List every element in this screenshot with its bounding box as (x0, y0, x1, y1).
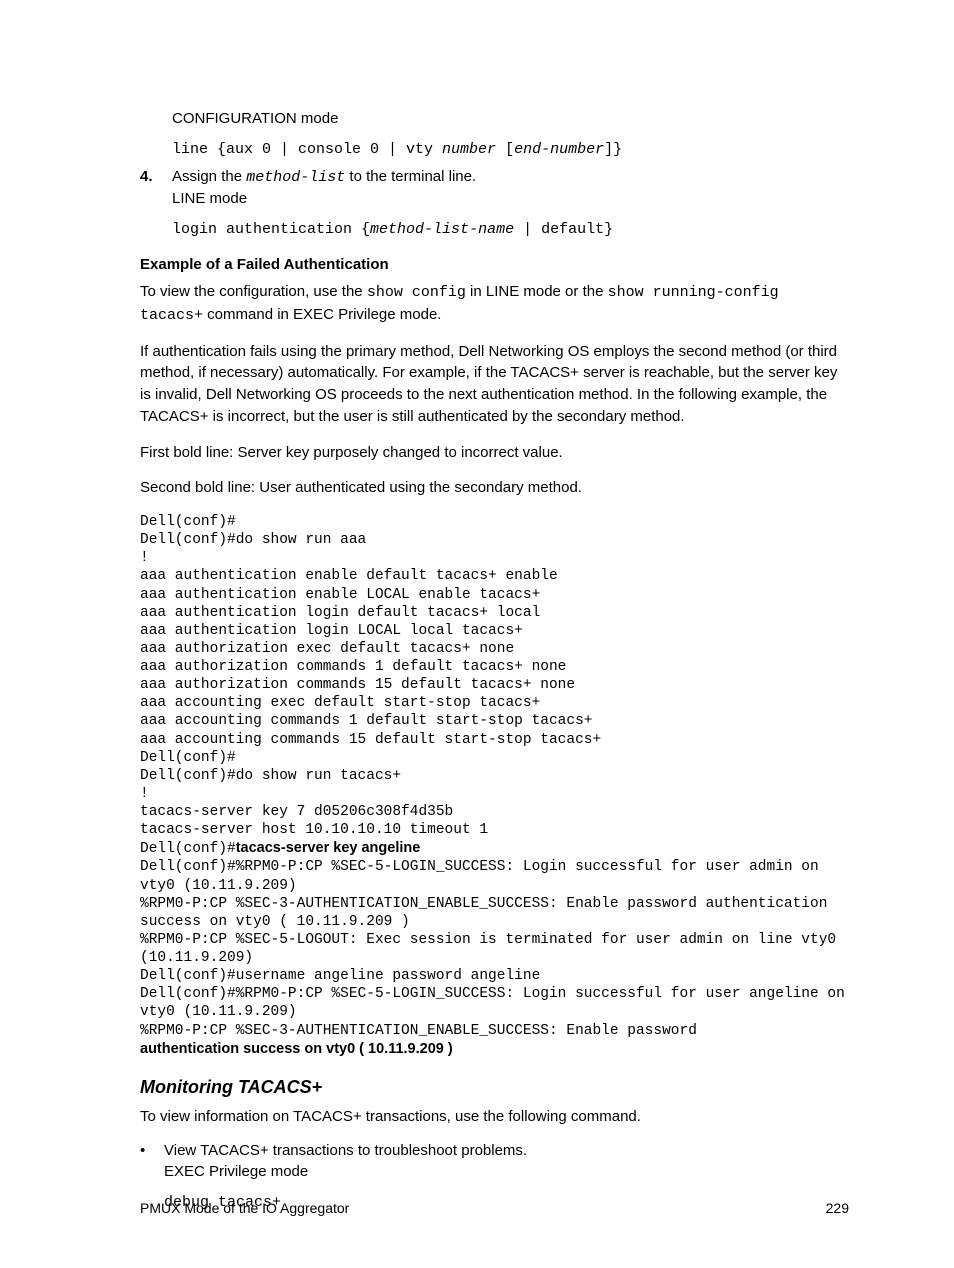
bold-code: authentication success on vty0 ( 10.11.9… (140, 1041, 453, 1057)
code-text: | default} (514, 221, 613, 238)
code-text: ]} (604, 141, 622, 158)
paragraph: Second bold line: User authenticated usi… (140, 477, 849, 499)
bullet-marker: • (140, 1142, 164, 1159)
text-run: command in EXEC Privilege mode. (203, 306, 441, 323)
code-text: Dell(conf)# Dell(conf)#do show run aaa !… (140, 514, 601, 857)
example-heading: Example of a Failed Authentication (140, 256, 849, 273)
bold-code: tacacs-server key angeline (236, 840, 421, 856)
bullet-text: View TACACS+ transactions to troubleshoo… (164, 1142, 527, 1159)
text-run: To view the configuration, use the (140, 283, 367, 300)
inline-code: show config (367, 284, 466, 301)
document-page: CONFIGURATION mode line {aux 0 | console… (0, 0, 954, 1268)
code-param: number (442, 141, 496, 158)
step4-mode: LINE mode (172, 190, 849, 207)
paragraph: First bold line: Server key purposely ch… (140, 442, 849, 464)
code-text: [ (496, 141, 514, 158)
paragraph: To view the configuration, use the show … (140, 281, 849, 327)
step4-row: 4. Assign the method-list to the termina… (140, 168, 849, 186)
page-footer: PMUX Mode of the IO Aggregator 229 (140, 1200, 849, 1216)
bullet-row: • View TACACS+ transactions to troublesh… (140, 1142, 849, 1159)
code-block: Dell(conf)# Dell(conf)#do show run aaa !… (140, 513, 849, 1059)
paragraph: If authentication fails using the primar… (140, 341, 849, 428)
step-number: 4. (140, 168, 172, 185)
text-run: Assign the (172, 168, 246, 185)
step4-text: Assign the method-list to the terminal l… (172, 168, 476, 186)
code-param: end-number (514, 141, 604, 158)
step3-mode: CONFIGURATION mode (172, 110, 849, 127)
step4-code: login authentication {method-list-name |… (172, 221, 849, 238)
code-text: Dell(conf)#%RPM0-P:CP %SEC-5-LOGIN_SUCCE… (140, 859, 854, 1038)
code-text: login authentication { (172, 221, 370, 238)
paragraph: To view information on TACACS+ transacti… (140, 1106, 849, 1128)
text-run: to the terminal line. (345, 168, 476, 185)
text-run: in LINE mode or the (466, 283, 608, 300)
inline-code: method-list (246, 169, 345, 186)
monitoring-heading: Monitoring TACACS+ (140, 1077, 849, 1098)
bullet-mode: EXEC Privilege mode (164, 1163, 849, 1180)
code-text: line {aux 0 | console 0 | vty (172, 141, 442, 158)
page-number: 229 (826, 1200, 849, 1216)
code-param: method-list-name (370, 221, 514, 238)
footer-title: PMUX Mode of the IO Aggregator (140, 1200, 349, 1216)
step3-code: line {aux 0 | console 0 | vty number [en… (172, 141, 849, 158)
